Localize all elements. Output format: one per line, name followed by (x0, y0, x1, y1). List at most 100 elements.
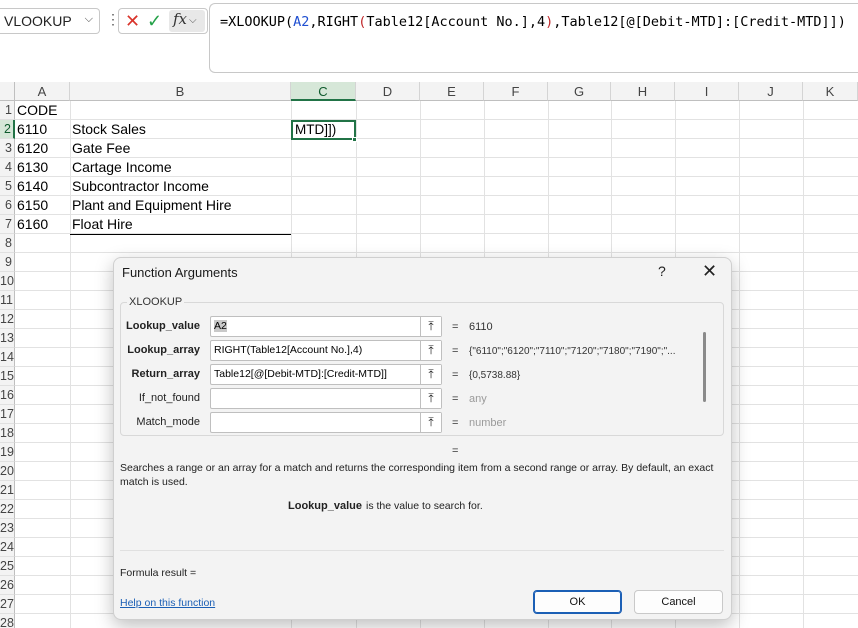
match-mode-input[interactable] (210, 412, 442, 433)
row-header[interactable]: 2 (0, 120, 15, 139)
column-header-h[interactable]: H (611, 82, 675, 101)
row-header[interactable]: 4 (0, 158, 15, 177)
collapse-dialog-icon[interactable]: ⤒ (420, 413, 441, 432)
arg-equals: = (452, 393, 459, 405)
lookup-array-input[interactable]: RIGHT(Table12[Account No.],4) (210, 340, 442, 361)
formula-bar: VLOOKUP ⌵ ⋮ ✕ ✓ fx ⌵ =XLOOKUP(A2,RIGHT(Ta… (0, 0, 858, 82)
ok-button[interactable]: OK (533, 590, 622, 614)
row-header[interactable]: 5 (0, 177, 15, 196)
arg-equals: = (452, 345, 459, 357)
arguments-scrollbar[interactable] (703, 332, 706, 402)
cancel-x-icon[interactable]: ✕ (125, 11, 140, 32)
help-icon[interactable]: ? (658, 263, 666, 279)
name-box[interactable]: VLOOKUP ⌵ (0, 8, 100, 34)
arg-result: number (469, 417, 507, 429)
row-header[interactable]: 25 (0, 557, 15, 576)
arg-equals: = (452, 417, 459, 429)
row-header[interactable]: 15 (0, 367, 15, 386)
row-header[interactable]: 19 (0, 443, 15, 462)
row-header[interactable]: 21 (0, 481, 15, 500)
help-on-function-link[interactable]: Help on this function (120, 597, 215, 609)
return-array-input[interactable]: Table12[@[Debit-MTD]:[Credit-MTD]] (210, 364, 442, 385)
fill-handle[interactable] (352, 137, 357, 142)
arg-equals: = (452, 321, 459, 333)
row-header[interactable]: 22 (0, 500, 15, 519)
table-bottom-border (70, 234, 291, 235)
row-header[interactable]: 27 (0, 595, 15, 614)
row-header[interactable]: 24 (0, 538, 15, 557)
cell-name[interactable]: Subcontractor Income (70, 177, 209, 196)
lookup-value-input[interactable]: A2 (210, 316, 442, 337)
arg-result: {"6110";"6120";"7110";"7120";"7180";"719… (469, 346, 676, 357)
fx-icon[interactable]: fx ⌵ (169, 10, 205, 32)
fx-chevron-icon: ⌵ (189, 14, 197, 26)
gridline (803, 101, 804, 628)
arg-result: 6110 (469, 321, 493, 333)
collapse-dialog-icon[interactable]: ⤒ (420, 389, 441, 408)
function-result-equals: = (452, 445, 459, 457)
row-header[interactable]: 12 (0, 310, 15, 329)
row-header[interactable]: 26 (0, 576, 15, 595)
row-header[interactable]: 13 (0, 329, 15, 348)
cell-name[interactable]: Gate Fee (70, 139, 130, 158)
dialog-title: Function Arguments (122, 265, 238, 280)
column-header-i[interactable]: I (675, 82, 739, 101)
column-header-g[interactable]: G (548, 82, 611, 101)
row-header[interactable]: 18 (0, 424, 15, 443)
row-header[interactable]: 28 (0, 614, 15, 628)
cell-code[interactable]: 6140 (15, 177, 48, 196)
arg-input-value: A2 (214, 320, 227, 332)
cell-code[interactable]: 6160 (15, 215, 48, 234)
enter-check-icon[interactable]: ✓ (147, 11, 162, 32)
formula-result: Formula result = (120, 567, 197, 579)
column-header-c[interactable]: C (291, 82, 356, 101)
row-header[interactable]: 6 (0, 196, 15, 215)
column-header-f[interactable]: F (484, 82, 548, 101)
column-header-a[interactable]: A (15, 82, 70, 101)
row-header[interactable]: 16 (0, 386, 15, 405)
row-header[interactable]: 9 (0, 253, 15, 272)
active-cell-c2[interactable]: MTD]]) (291, 120, 356, 140)
fx-label: fx (173, 10, 188, 28)
cancel-button[interactable]: Cancel (634, 590, 723, 614)
row-header[interactable]: 14 (0, 348, 15, 367)
row-header[interactable]: 3 (0, 139, 15, 158)
collapse-dialog-icon[interactable]: ⤒ (420, 365, 441, 384)
cell-code[interactable]: 6130 (15, 158, 48, 177)
formula-input[interactable]: =XLOOKUP(A2,RIGHT(Table12[Account No.],4… (209, 3, 858, 73)
select-all-corner[interactable] (0, 82, 15, 101)
column-header-b[interactable]: B (70, 82, 291, 101)
collapse-dialog-icon[interactable]: ⤒ (420, 341, 441, 360)
cell-a1[interactable]: CODE (15, 101, 57, 120)
column-header-e[interactable]: E (420, 82, 484, 101)
cell-code[interactable]: 6150 (15, 196, 48, 215)
row-header[interactable]: 10 (0, 272, 15, 291)
gridline (739, 101, 740, 628)
close-icon[interactable]: ✕ (702, 261, 717, 282)
formula-ref: A2 (293, 14, 310, 30)
row-header[interactable]: 20 (0, 462, 15, 481)
column-header-k[interactable]: K (803, 82, 858, 101)
divider (120, 550, 724, 551)
collapse-dialog-icon[interactable]: ⤒ (420, 317, 441, 336)
cell-name[interactable]: Plant and Equipment Hire (70, 196, 232, 215)
cell-code[interactable]: 6110 (15, 120, 47, 139)
chevron-down-icon[interactable]: ⌵ (85, 13, 93, 26)
formula-part: ,RIGHT (309, 14, 359, 30)
row-header[interactable]: 1 (0, 101, 15, 120)
cell-name[interactable]: Cartage Income (70, 158, 172, 177)
arg-label-match-mode: Match_mode (136, 416, 200, 428)
row-header[interactable]: 23 (0, 519, 15, 538)
row-header[interactable]: 8 (0, 234, 15, 253)
cell-name[interactable]: Float Hire (70, 215, 133, 234)
row-header[interactable]: 17 (0, 405, 15, 424)
cell-name[interactable]: Stock Sales (70, 120, 146, 139)
column-header-j[interactable]: J (739, 82, 803, 101)
arg-label-return-array: Return_array (131, 368, 200, 380)
column-header-d[interactable]: D (356, 82, 420, 101)
cell-code[interactable]: 6120 (15, 139, 48, 158)
row-header[interactable]: 11 (0, 291, 15, 310)
arg-equals: = (452, 369, 459, 381)
row-header[interactable]: 7 (0, 215, 15, 234)
if-not-found-input[interactable] (210, 388, 442, 409)
